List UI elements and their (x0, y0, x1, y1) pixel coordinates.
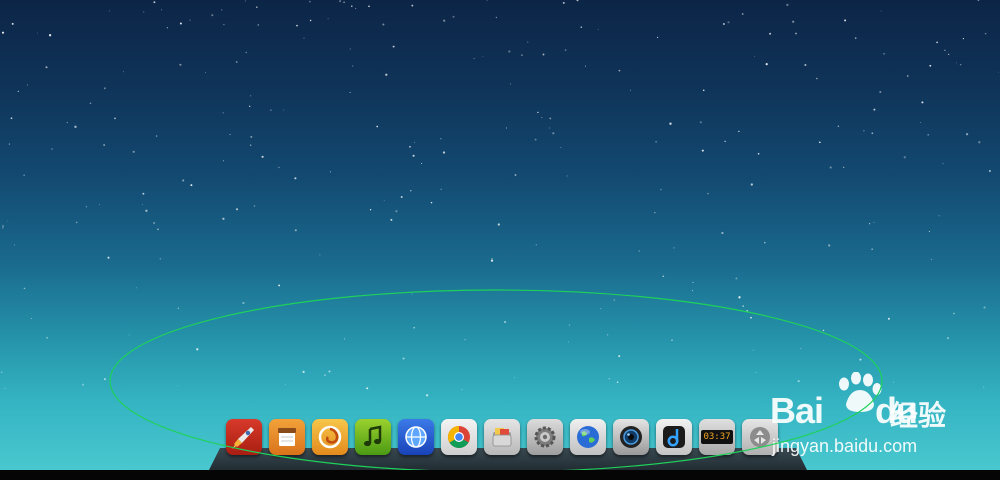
notes-app-icon[interactable] (269, 419, 305, 455)
swirl-app-icon[interactable] (312, 419, 348, 455)
file-manager-icon[interactable] (484, 419, 520, 455)
rocket-launcher-icon[interactable] (226, 419, 262, 455)
desktop-wallpaper: 03:37 Bai du 经验 jingyan.baidu.com (0, 0, 1000, 470)
chrome-browser-icon[interactable] (441, 419, 477, 455)
camera-lens-icon[interactable] (613, 419, 649, 455)
music-note-icon[interactable] (355, 419, 391, 455)
recycle-bin-icon[interactable] (742, 419, 778, 455)
application-dock: 03:37 (226, 419, 778, 457)
earth-browser-icon[interactable] (570, 419, 606, 455)
blue-globe-browser-icon[interactable] (398, 419, 434, 455)
star-field (1, 0, 1000, 397)
taskbar-strip (0, 470, 1000, 480)
d-music-player-icon[interactable] (656, 419, 692, 455)
clock-icon[interactable]: 03:37 (699, 419, 735, 455)
clock-time: 03:37 (701, 430, 733, 444)
settings-gear-icon[interactable] (527, 419, 563, 455)
